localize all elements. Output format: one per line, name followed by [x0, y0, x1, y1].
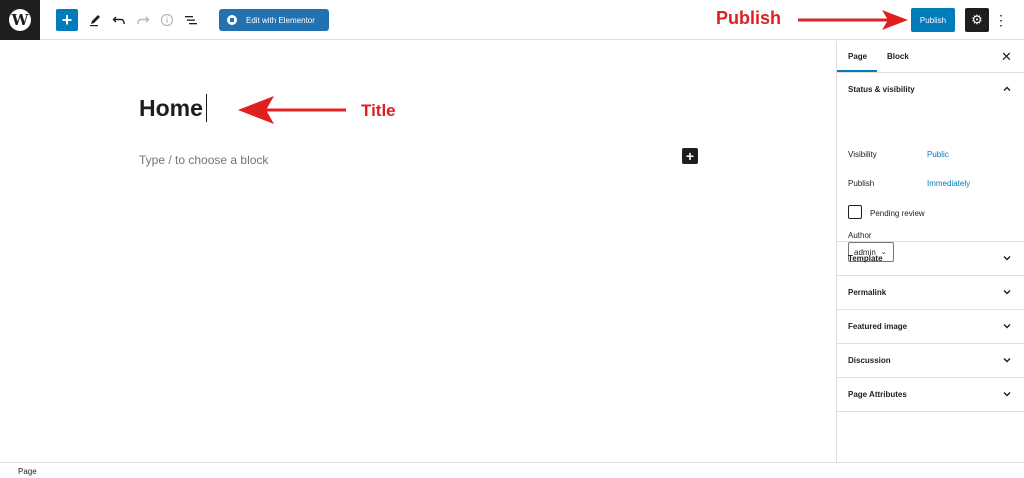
panel-title: Featured image [848, 322, 908, 331]
settings-sidebar: Page Block ✕ Status & visibility Visibil… [836, 41, 1024, 462]
block-placeholder[interactable]: Type / to choose a block [139, 153, 268, 167]
elementor-icon [227, 15, 237, 25]
publish-button[interactable]: Publish [911, 8, 955, 32]
undo-icon [112, 16, 125, 24]
block-breadcrumb-bar: Page [0, 462, 1024, 478]
editor-canvas: Home Type / to choose a block + [0, 41, 836, 462]
tab-page[interactable]: Page [848, 52, 867, 61]
chevron-up-icon [1000, 82, 1014, 96]
tools-pencil-button[interactable] [84, 9, 106, 31]
status-visibility-body: Visibility Public Publish Immediately Pe… [837, 106, 1024, 262]
chevron-down-icon [1000, 251, 1014, 265]
text-caret [206, 94, 207, 122]
sidebar-tabs: Page Block ✕ [837, 41, 1024, 73]
publish-label: Publish [848, 179, 875, 188]
publish-annotation-label: Publish [716, 8, 782, 28]
list-view-button[interactable] [180, 9, 202, 31]
title-annotation-label: Title [361, 101, 396, 120]
active-tab-indicator [837, 70, 877, 72]
elementor-button-label: Edit with Elementor [246, 15, 315, 25]
redo-button[interactable] [132, 9, 154, 31]
breadcrumb-item-page[interactable]: Page [18, 467, 37, 476]
close-icon: ✕ [1001, 49, 1012, 64]
redo-icon [137, 16, 150, 24]
panel-title: Permalink [848, 288, 887, 297]
chevron-down-icon [1000, 353, 1014, 367]
tab-block[interactable]: Block [887, 52, 909, 61]
panel-status-visibility: Status & visibility Visibility Public Pu… [837, 73, 1024, 262]
pencil-icon [90, 15, 100, 27]
wordpress-logo-button[interactable]: W [0, 0, 40, 40]
title-annotation-arrow [238, 96, 346, 124]
panel-title: Discussion [848, 356, 891, 365]
pending-review-checkbox[interactable] [848, 205, 862, 219]
edit-with-elementor-button[interactable]: Edit with Elementor [219, 9, 329, 31]
close-sidebar-button[interactable]: ✕ [1001, 49, 1012, 65]
options-menu-button[interactable]: ⋮ [994, 10, 1008, 30]
settings-button[interactable]: ⚙ [965, 8, 989, 32]
inline-block-inserter-button[interactable]: + [682, 148, 698, 164]
panel-page-attributes[interactable]: Page Attributes [837, 378, 1024, 412]
wordpress-logo-icon: W [9, 9, 31, 31]
panel-featured-image[interactable]: Featured image [837, 310, 1024, 344]
publish-date-link[interactable]: Immediately [927, 179, 970, 188]
panel-template[interactable]: Template [837, 242, 1024, 276]
kebab-menu-icon: ⋮ [994, 11, 1008, 28]
panel-status-visibility-header[interactable]: Status & visibility [837, 73, 1024, 106]
block-inserter-button[interactable]: + [56, 9, 78, 31]
panel-title: Status & visibility [848, 85, 915, 94]
editor-toolbar: W + Edit with Elementor Publish Publish … [0, 0, 1024, 40]
author-label: Author [848, 231, 872, 240]
publish-annotation-arrow [798, 10, 908, 30]
pending-review-label: Pending review [870, 209, 925, 218]
details-button[interactable] [156, 9, 178, 31]
chevron-down-icon [1000, 319, 1014, 333]
list-view-icon [185, 16, 197, 25]
panel-permalink[interactable]: Permalink [837, 276, 1024, 310]
panel-title: Page Attributes [848, 390, 907, 399]
visibility-value-link[interactable]: Public [927, 150, 949, 159]
chevron-down-icon [1000, 387, 1014, 401]
undo-button[interactable] [108, 9, 130, 31]
chevron-down-icon [1000, 285, 1014, 299]
panel-title: Template [848, 254, 883, 263]
gear-icon: ⚙ [971, 12, 983, 27]
visibility-label: Visibility [848, 150, 877, 159]
panel-discussion[interactable]: Discussion [837, 344, 1024, 378]
post-title-input[interactable]: Home [139, 95, 203, 122]
info-icon [160, 13, 174, 27]
